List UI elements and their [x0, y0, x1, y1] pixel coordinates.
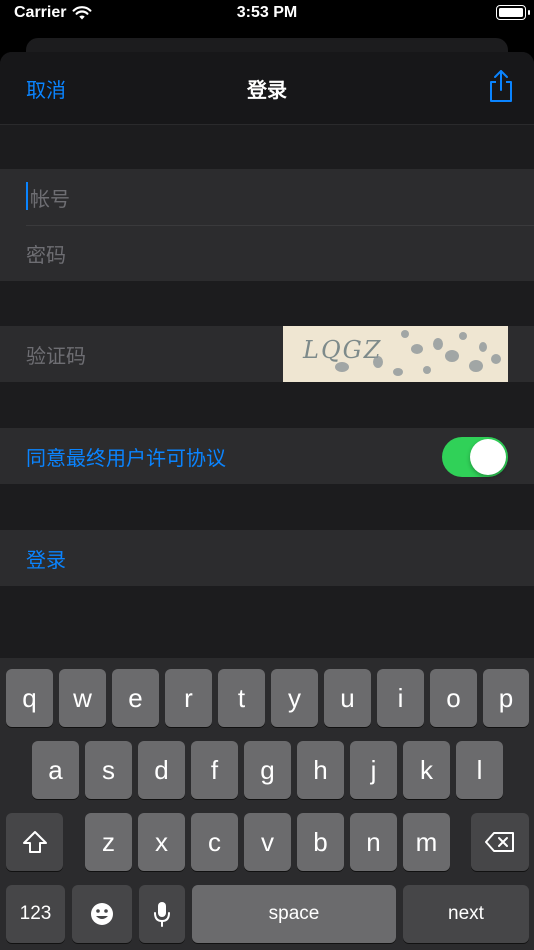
space-key[interactable]: space [192, 885, 396, 943]
page-title: 登录 [247, 78, 287, 102]
key-k[interactable]: k [403, 741, 450, 799]
key-u[interactable]: u [324, 669, 371, 727]
status-bar: Carrier 3:53 PM [0, 0, 534, 30]
delete-key[interactable] [471, 813, 529, 871]
captcha-placeholder: 验证码 [26, 344, 86, 368]
emoji-key[interactable] [72, 885, 132, 943]
captcha-code: LQGZ [303, 336, 383, 364]
agreement-link[interactable]: 同意最终用户许可协议 [26, 442, 226, 471]
captcha-field[interactable]: 验证码 LQGZ [0, 326, 534, 382]
key-v[interactable]: v [244, 813, 291, 871]
next-key[interactable]: next [403, 885, 529, 943]
key-l[interactable]: l [456, 741, 503, 799]
password-field[interactable]: 密码 [0, 225, 534, 281]
key-f[interactable]: f [191, 741, 238, 799]
key-o[interactable]: o [430, 669, 477, 727]
key-p[interactable]: p [483, 669, 529, 727]
key-d[interactable]: d [138, 741, 185, 799]
key-x[interactable]: x [138, 813, 185, 871]
agreement-toggle[interactable] [442, 437, 508, 477]
key-y[interactable]: y [271, 669, 318, 727]
text-caret [26, 182, 28, 210]
key-t[interactable]: t [218, 669, 265, 727]
key-a[interactable]: a [32, 741, 79, 799]
microphone-icon [154, 902, 170, 927]
key-g[interactable]: g [244, 741, 291, 799]
key-c[interactable]: c [191, 813, 238, 871]
share-icon [490, 70, 512, 102]
delete-icon [485, 832, 514, 852]
emoji-icon [91, 903, 113, 925]
shift-key[interactable] [6, 813, 63, 871]
key-z[interactable]: z [85, 813, 132, 871]
toggle-knob [470, 439, 506, 475]
key-m[interactable]: m [403, 813, 450, 871]
keyboard: q w e r t y u i o p a s d f g h j k l z … [0, 658, 534, 950]
key-b[interactable]: b [297, 813, 344, 871]
account-field[interactable]: 帐号 [0, 169, 534, 225]
key-s[interactable]: s [85, 741, 132, 799]
agreement-row: 同意最终用户许可协议 [0, 428, 534, 484]
login-row[interactable]: 登录 [0, 530, 534, 586]
key-w[interactable]: w [59, 669, 106, 727]
agreement-section: 同意最终用户许可协议 [0, 428, 534, 484]
status-time: 3:53 PM [236, 4, 298, 21]
battery-icon [496, 5, 530, 20]
password-placeholder: 密码 [26, 243, 66, 267]
account-placeholder: 帐号 [30, 187, 70, 211]
login-section: 登录 [0, 530, 534, 586]
key-r[interactable]: r [165, 669, 212, 727]
key-i[interactable]: i [377, 669, 424, 727]
share-button[interactable] [484, 68, 518, 104]
key-h[interactable]: h [297, 741, 344, 799]
captcha-image[interactable]: LQGZ [283, 326, 508, 382]
numbers-key[interactable]: 123 [6, 885, 65, 943]
login-button[interactable]: 登录 [26, 544, 66, 573]
credentials-section: 帐号 密码 [0, 169, 534, 281]
nav-bar: 取消 登录 [0, 52, 534, 125]
key-q[interactable]: q [6, 669, 53, 727]
shift-icon [22, 831, 47, 853]
key-n[interactable]: n [350, 813, 397, 871]
key-j[interactable]: j [350, 741, 397, 799]
key-e[interactable]: e [112, 669, 159, 727]
captcha-section: 验证码 LQGZ [0, 326, 534, 382]
cancel-button[interactable]: 取消 [26, 74, 66, 103]
microphone-key[interactable] [139, 885, 185, 943]
